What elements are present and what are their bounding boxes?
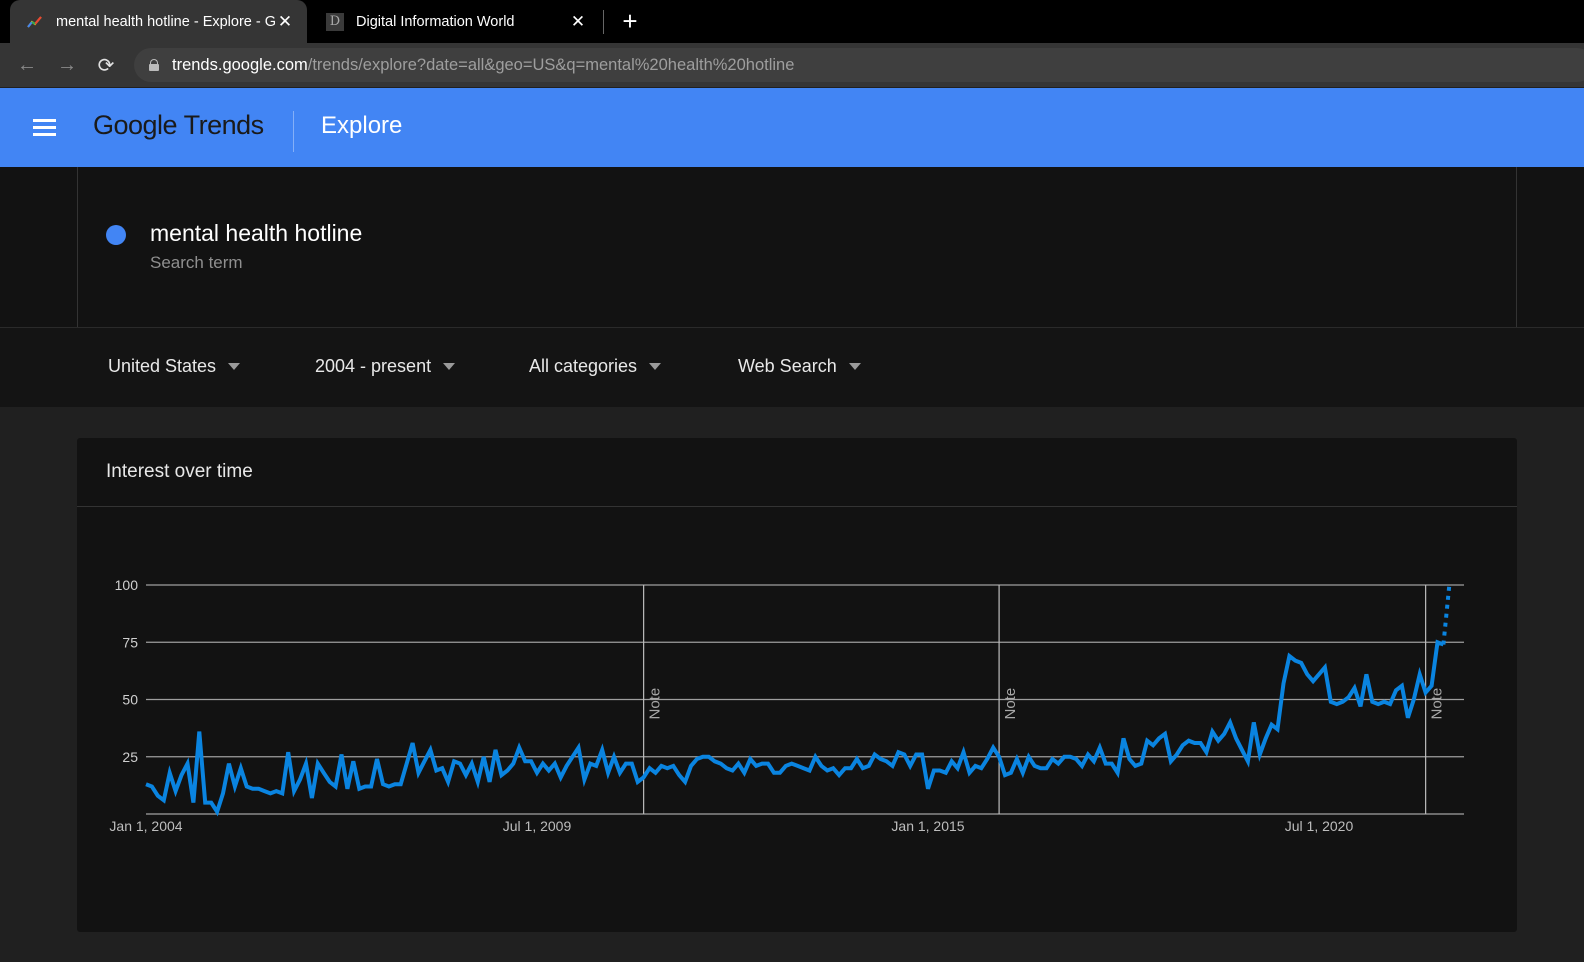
dropdown-caret-icon [848,363,861,370]
term-color-dot [106,225,126,245]
interest-over-time-card: Interest over time 25 50 75 100 Jan 1, 2004 J… [77,438,1517,932]
y-tick-label: 75 [122,634,138,650]
y-tick-label: 100 [115,577,139,593]
y-tick-label: 25 [122,749,138,765]
dropdown-caret-icon [228,363,241,370]
filter-bar: United States 2004 - present All categor… [0,327,1584,407]
x-tick-label: Jan 1, 2004 [109,818,182,834]
page-background [0,932,1584,962]
tab-digital-information-world[interactable]: D Digital Information World ✕ [310,0,600,43]
new-tab-button[interactable]: + [617,6,643,36]
google-trends-icon [26,13,44,31]
partial-data-line [1441,584,1452,645]
page-title: Explore [321,112,403,139]
note-label: Note [1429,688,1446,720]
tab-title: mental health hotline - Explore - Google… [56,13,275,30]
x-tick-label: Jul 1, 2009 [503,818,572,834]
url-text: trends.google.com/trends/explore?date=al… [172,55,795,74]
tab-google-trends[interactable]: mental health hotline - Explore - Google… [10,0,307,43]
tab-title: Digital Information World [356,13,515,30]
x-tick-label: Jul 1, 2020 [1285,818,1354,834]
tab-separator [603,10,604,34]
site-favicon-icon: D [326,12,344,31]
search-term-type: Search term [150,253,243,272]
header-divider [293,111,294,152]
search-term-card[interactable]: mental health hotline Search term [77,167,1517,327]
reload-icon[interactable]: ⟳ [92,51,120,79]
region-dropdown[interactable]: United States [108,356,241,377]
category-dropdown[interactable]: All categories [529,356,662,377]
dropdown-caret-icon [649,363,662,370]
series-line [145,639,1445,817]
address-bar[interactable]: trends.google.com/trends/explore?date=al… [134,48,1584,82]
y-tick-label: 50 [122,692,138,708]
close-tab-icon[interactable]: ✕ [275,12,295,32]
back-arrow-icon[interactable]: ← [13,51,41,79]
note-label: Note [647,688,664,720]
close-tab-icon[interactable]: ✕ [568,12,588,32]
tab-strip: mental health hotline - Explore - Google… [0,0,1584,43]
hamburger-menu-icon[interactable] [33,119,56,136]
google-trends-logo[interactable]: Google Trends [93,110,264,141]
app-header: Google Trends Explore [0,88,1584,167]
x-tick-label: Jan 1, 2015 [891,818,964,834]
browser-toolbar: ← → ⟳ trends.google.com/trends/explore?d… [0,43,1584,87]
search-term-name[interactable]: mental health hotline [150,220,362,247]
lock-icon [149,59,159,71]
forward-arrow-icon[interactable]: → [53,51,81,79]
note-label: Note [1002,688,1019,720]
time-range-dropdown[interactable]: 2004 - present [315,356,456,377]
interest-over-time-chart[interactable]: 25 50 75 100 Jan 1, 2004 Jul 1, 2009 Jan 1, 20… [77,438,1517,932]
dropdown-caret-icon [443,363,456,370]
search-type-dropdown[interactable]: Web Search [738,356,861,377]
search-term-area: mental health hotline Search term [0,167,1584,327]
